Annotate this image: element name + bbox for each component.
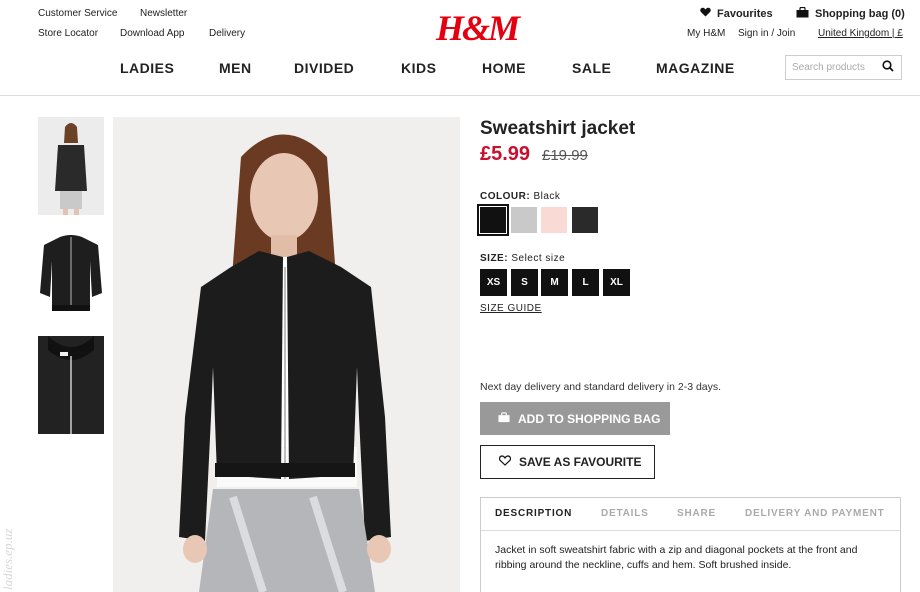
size-guide-link[interactable]: SIZE GUIDE [480, 303, 542, 314]
add-to-bag-label: ADD TO SHOPPING BAG [518, 411, 661, 426]
nav-home[interactable]: HOME [482, 60, 526, 76]
customer-service-link[interactable]: Customer Service [38, 8, 117, 19]
bag-icon [796, 6, 809, 21]
original-price: £19.99 [542, 147, 588, 164]
colour-label: COLOUR: Black [480, 191, 560, 202]
save-favourite-label: SAVE AS FAVOURITE [519, 455, 642, 469]
tab-divider [481, 530, 900, 531]
shopping-bag-link[interactable]: Shopping bag (0) [796, 6, 905, 21]
add-to-bag-button[interactable]: ADD TO SHOPPING BAG [480, 402, 670, 435]
product-info-tabs: DESCRIPTION DETAILS SHARE DELIVERY AND P… [480, 497, 901, 592]
nav-divided[interactable]: DIVIDED [294, 60, 354, 76]
favourites-link[interactable]: Favourites [700, 7, 773, 20]
thumbnail-jacket-flat[interactable] [38, 231, 104, 321]
search-input[interactable] [792, 62, 882, 73]
size-m-button[interactable]: M [541, 269, 568, 296]
colour-value: Black [533, 191, 561, 202]
search-icon[interactable] [882, 59, 894, 77]
tab-share[interactable]: SHARE [677, 508, 716, 519]
store-locator-link[interactable]: Store Locator [38, 28, 98, 39]
main-nav: LADIES MEN DIVIDED KIDS HOME SALE MAGAZI… [0, 60, 760, 78]
size-l-button[interactable]: L [572, 269, 599, 296]
swatch-pink[interactable] [541, 207, 567, 233]
size-value: Select size [511, 253, 566, 264]
nav-ladies[interactable]: LADIES [120, 60, 174, 76]
thumbnail-model-full[interactable] [38, 117, 104, 215]
newsletter-link[interactable]: Newsletter [140, 8, 187, 19]
tab-delivery-payment[interactable]: DELIVERY AND PAYMENT [745, 508, 885, 519]
swatch-grey[interactable] [511, 207, 537, 233]
watermark-text: ladies.ep.uz [0, 528, 15, 590]
colour-heading: COLOUR: [480, 191, 531, 202]
size-label: SIZE: Select size [480, 253, 565, 264]
delivery-link[interactable]: Delivery [209, 28, 245, 39]
sign-in-link[interactable]: Sign in / Join [738, 28, 795, 39]
my-hm-link[interactable]: My H&M [687, 28, 725, 39]
bag-icon [498, 411, 510, 426]
size-s-button[interactable]: S [511, 269, 538, 296]
search-box[interactable] [785, 55, 902, 80]
nav-kids[interactable]: KIDS [401, 60, 436, 76]
swatch-dark-grey[interactable] [572, 207, 598, 233]
nav-magazine[interactable]: MAGAZINE [656, 60, 735, 76]
tab-details[interactable]: DETAILS [601, 508, 649, 519]
hm-logo[interactable]: H&M [436, 8, 520, 48]
product-main-image[interactable] [113, 117, 460, 592]
delivery-info: Next day delivery and standard delivery … [480, 381, 722, 393]
heart-icon [700, 7, 711, 20]
country-selector[interactable]: United Kingdom | £ [818, 28, 903, 39]
heart-outline-icon [498, 455, 512, 469]
sale-price: £5.99 [480, 143, 531, 165]
nav-sale[interactable]: SALE [572, 60, 611, 76]
shopping-bag-label: Shopping bag (0) [815, 8, 905, 20]
product-title: Sweatshirt jacket [480, 118, 636, 139]
size-xl-button[interactable]: XL [603, 269, 630, 296]
description-text: Jacket in soft sweatshirt fabric with a … [495, 544, 858, 571]
tab-description[interactable]: DESCRIPTION [495, 508, 572, 519]
size-xs-button[interactable]: XS [480, 269, 507, 296]
size-heading: SIZE: [480, 253, 509, 264]
download-app-link[interactable]: Download App [120, 28, 185, 39]
thumbnail-jacket-detail[interactable] [38, 336, 104, 434]
swatch-black[interactable] [477, 204, 509, 236]
save-favourite-button[interactable]: SAVE AS FAVOURITE [480, 445, 655, 479]
favourites-label: Favourites [717, 7, 773, 20]
header-divider [0, 95, 920, 96]
nav-men[interactable]: MEN [219, 60, 252, 76]
